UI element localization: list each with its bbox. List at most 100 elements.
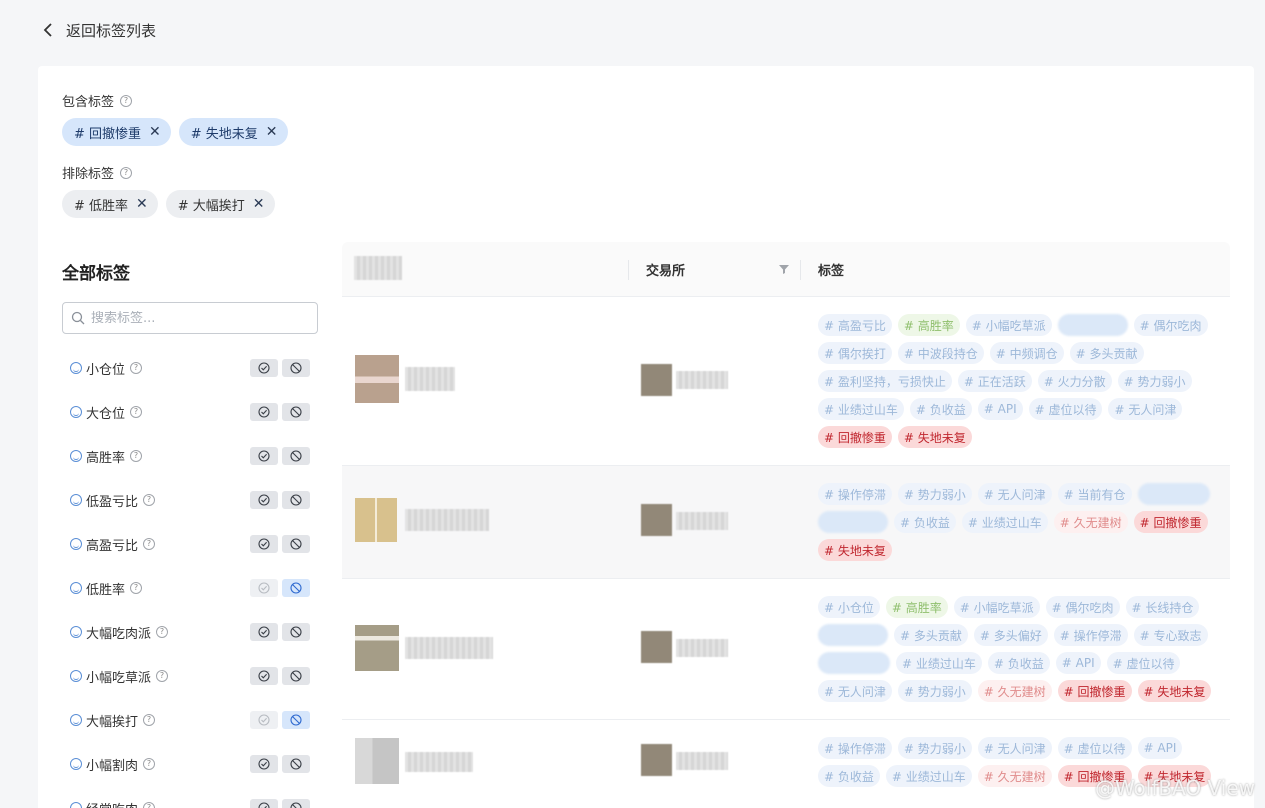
- exclude-tag-button[interactable]: [282, 403, 310, 421]
- help-icon[interactable]: ?: [120, 94, 133, 107]
- tag-actions: [250, 799, 310, 808]
- smile-icon: [70, 714, 82, 726]
- tag-chip: # 势力弱小: [897, 680, 972, 702]
- exclude-tag-button[interactable]: [282, 491, 310, 509]
- close-icon[interactable]: ✕: [266, 125, 278, 139]
- include-tag-button[interactable]: [250, 623, 278, 641]
- tag-chip: # 回撤惨重: [1057, 680, 1132, 702]
- blurred-exchange: [676, 752, 728, 770]
- exclude-tag-button[interactable]: [282, 359, 310, 377]
- help-icon[interactable]: ?: [156, 670, 169, 682]
- exclude-chip: # 低胜率 ✕: [62, 190, 158, 218]
- tag-name: 大幅挨打: [86, 714, 139, 730]
- exclude-tag-button[interactable]: [282, 799, 310, 808]
- help-icon[interactable]: ?: [130, 582, 143, 594]
- table-header: 交易所 标签: [342, 242, 1230, 297]
- chip-label: # 低胜率: [74, 198, 129, 214]
- include-chip: # 回撤惨重 ✕: [62, 118, 171, 146]
- tag-chip: # 负收益: [909, 398, 972, 420]
- tag-chip: # 高胜率: [885, 596, 948, 618]
- include-tag-button[interactable]: [250, 579, 278, 597]
- help-icon[interactable]: ?: [143, 538, 156, 550]
- exclude-chip: # 大幅挨打 ✕: [165, 190, 275, 218]
- tag-actions: [250, 359, 310, 377]
- tag-chip: # 负收益: [894, 511, 956, 533]
- help-icon[interactable]: ?: [120, 166, 133, 179]
- include-chips: # 回撤惨重 ✕ # 失地未复 ✕: [62, 118, 288, 146]
- tag-name: 低盈亏比: [86, 494, 139, 510]
- back-link[interactable]: 返回标签列表: [40, 17, 156, 43]
- tag-chip: # 业绩过山车: [818, 398, 904, 420]
- tag-chip: # 久无建树: [1053, 511, 1128, 533]
- check-circle-icon: [258, 447, 270, 466]
- include-tag-button[interactable]: [250, 447, 278, 465]
- table-row[interactable]: # 高盈亏比 # 高胜率 # 小幅吃草派 # 偶尔吃肉 # 偶尔挨打 # 中波段持仓 # 中…: [342, 297, 1230, 466]
- ban-icon: [290, 359, 302, 378]
- blurred-tag: [818, 511, 888, 533]
- exclude-tag-button[interactable]: [282, 667, 310, 685]
- tag-chip: # 长线持仓: [1125, 596, 1200, 618]
- close-icon[interactable]: ✕: [149, 125, 161, 139]
- smile-icon: [70, 362, 82, 374]
- blurred-exchange: [676, 371, 728, 389]
- tag-chip: # 高胜率: [897, 314, 960, 336]
- tag-chip: # 回撤惨重: [1133, 511, 1208, 533]
- help-icon[interactable]: ?: [143, 714, 156, 726]
- exclude-tag-button[interactable]: [282, 755, 310, 773]
- tag-chip: # 火力分散: [1037, 370, 1112, 392]
- exclude-tag-button[interactable]: [282, 447, 310, 465]
- check-circle-icon: [258, 403, 270, 422]
- tag-name: 小幅割肉: [86, 758, 139, 774]
- tag-name: 大仓位: [86, 406, 126, 422]
- tag-name: 小仓位: [86, 362, 126, 378]
- help-icon[interactable]: ?: [130, 362, 143, 374]
- tag-chip: # API: [1137, 737, 1183, 759]
- help-icon[interactable]: ?: [143, 494, 156, 506]
- include-tag-button[interactable]: [250, 755, 278, 773]
- search-icon: [71, 311, 85, 325]
- exclude-tag-button[interactable]: [282, 623, 310, 641]
- help-icon[interactable]: ?: [143, 802, 156, 808]
- include-tag-button[interactable]: [250, 359, 278, 377]
- chip-label: # 回撤惨重: [74, 126, 142, 142]
- watermark: @WolfBAO View: [1094, 776, 1255, 800]
- close-icon[interactable]: ✕: [136, 197, 148, 211]
- tag-chip: # 偶尔挨打: [818, 342, 892, 364]
- help-icon[interactable]: ?: [130, 406, 143, 418]
- tag-chip: # 回撤惨重: [818, 426, 892, 448]
- tag-chip: # 小幅吃草派: [965, 314, 1052, 336]
- include-tag-button[interactable]: [250, 535, 278, 553]
- tag-chip: # 久无建树: [977, 680, 1052, 702]
- include-tag-button[interactable]: [250, 799, 278, 808]
- include-section-label: 包含标签 ?: [62, 91, 133, 110]
- check-circle-icon: [258, 359, 270, 378]
- tag-chip: # 中频调仓: [989, 342, 1064, 364]
- tag-chip: # 业绩过山车: [885, 765, 972, 787]
- include-tag-button[interactable]: [250, 403, 278, 421]
- include-label: 包含标签: [62, 95, 115, 110]
- blurred-name: [405, 367, 455, 391]
- include-tag-button[interactable]: [250, 491, 278, 509]
- table-row[interactable]: # 操作停滞 # 势力弱小 # 无人问津 # 当前有仓 # 负收益 # 业绩过山车 # 久无…: [342, 466, 1230, 579]
- smile-icon: [70, 494, 82, 506]
- filter-icon[interactable]: [778, 263, 790, 275]
- smile-icon: [70, 626, 82, 638]
- exclude-tag-button[interactable]: [282, 535, 310, 553]
- include-tag-button[interactable]: [250, 711, 278, 729]
- header-tags: 标签: [818, 263, 845, 279]
- help-icon[interactable]: ?: [130, 450, 143, 462]
- tag-list: 小仓位? 大仓位? 高胜率? 低盈亏比? 高盈亏比? 低胜率? 大幅吃肉派? 小幅吃草派? 大幅…: [62, 346, 318, 808]
- tag-chip: # 负收益: [818, 765, 880, 787]
- table-row[interactable]: # 小仓位 # 高胜率 # 小幅吃草派 # 偶尔吃肉 # 长线持仓 # 多头贡献 # 多头偏…: [342, 579, 1230, 720]
- exclude-tag-button[interactable]: [282, 579, 310, 597]
- close-icon[interactable]: ✕: [253, 197, 265, 211]
- tag-actions: [250, 403, 310, 421]
- blurred-exchange: [676, 512, 728, 530]
- tag-search[interactable]: [62, 302, 318, 334]
- exclude-tag-button[interactable]: [282, 711, 310, 729]
- include-tag-button[interactable]: [250, 667, 278, 685]
- tag-list-item: 大幅挨打?: [62, 698, 318, 742]
- help-icon[interactable]: ?: [143, 758, 156, 770]
- search-input[interactable]: [91, 310, 291, 326]
- help-icon[interactable]: ?: [156, 626, 169, 638]
